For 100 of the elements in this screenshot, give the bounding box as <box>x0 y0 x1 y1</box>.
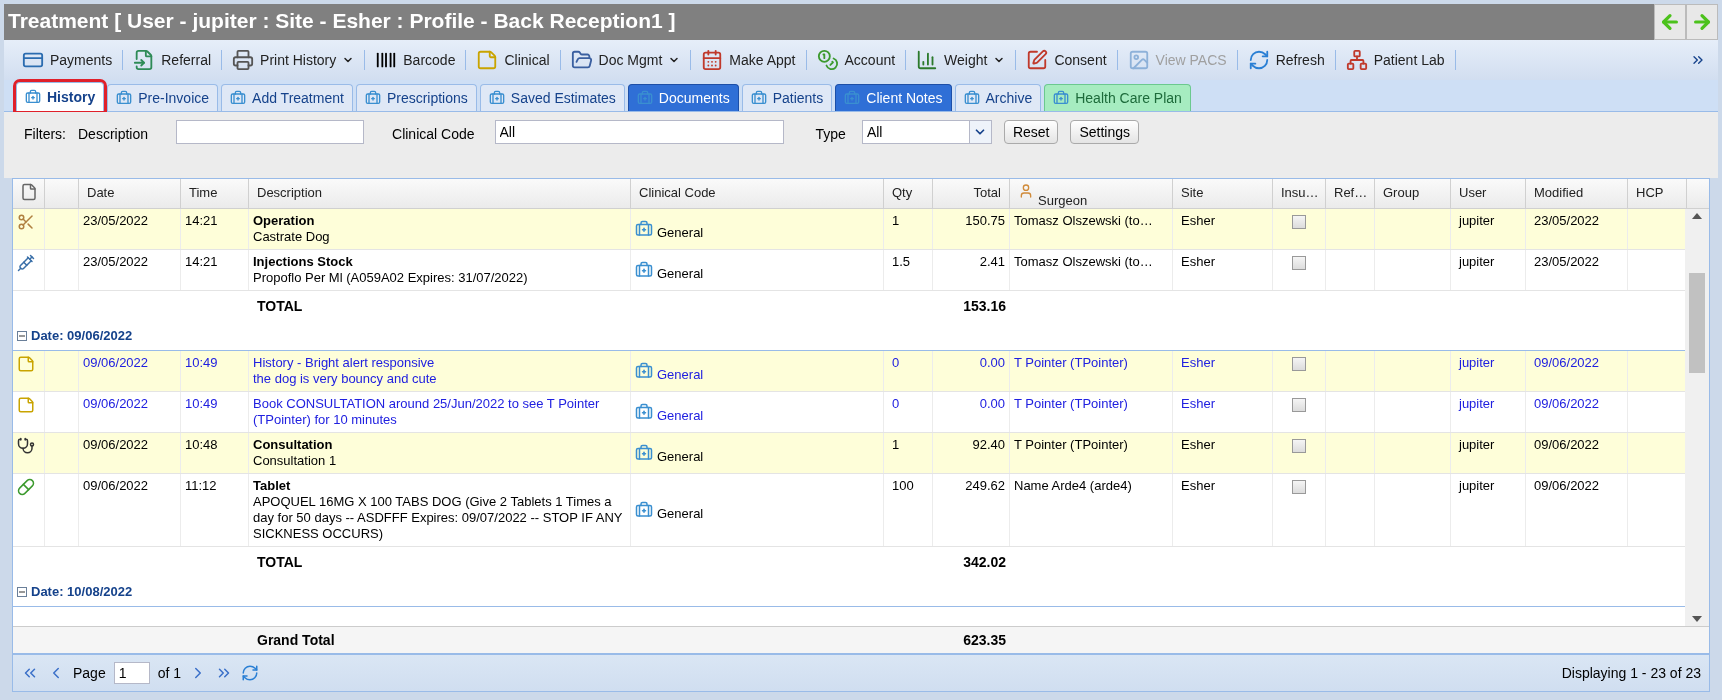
modified-cell: 09/06/2022 <box>1534 396 1600 411</box>
time-cell: 10:48 <box>185 437 218 452</box>
bar-chart-icon <box>916 49 939 71</box>
page-count: of 1 <box>157 663 182 683</box>
date-cell: 09/06/2022 <box>83 396 149 411</box>
site-cell: Esher <box>1181 254 1215 269</box>
description-field[interactable] <box>176 120 365 144</box>
site-cell: Esher <box>1181 478 1215 493</box>
display-status: Displaying 1 - 23 of 23 <box>1561 663 1701 683</box>
description-text: the dog is very bouncy and cute <box>253 371 438 387</box>
insured-checkbox[interactable] <box>1292 357 1306 371</box>
insured-checkbox[interactable] <box>1292 439 1306 453</box>
group-label: Date: 09/06/2022 <box>31 326 133 345</box>
treatment-title: Operation <box>253 213 316 229</box>
toolbar-button[interactable]: Print History <box>226 44 361 76</box>
note-icon <box>476 49 499 71</box>
insured-checkbox[interactable] <box>1292 215 1306 229</box>
refresh-icon <box>1247 49 1270 71</box>
tab-icon <box>364 90 381 106</box>
time-cell: 11:12 <box>185 478 217 493</box>
tab[interactable]: Archive <box>954 84 1042 111</box>
right-arrow-icon <box>1691 11 1713 33</box>
total-cell: 2.41 <box>979 254 1005 269</box>
tab-icon <box>488 90 505 106</box>
tab-icon <box>25 89 41 105</box>
treatment-title: Tablet <box>253 478 292 494</box>
type-select[interactable]: All <box>861 120 992 144</box>
scroll-down-icon[interactable] <box>1692 616 1702 622</box>
modified-cell: 09/06/2022 <box>1534 355 1600 370</box>
description-text: APOQUEL 16MG X 100 TABS DOG (Give 2 Tablets 1 Times a day for 50 days -- ASDFFF Expires: 09/07/2022 -- STOP IF ANY SICKNESS OCCURS) <box>253 494 624 542</box>
modified-cell: 23/05/2022 <box>1534 254 1600 269</box>
filter-button[interactable]: Reset <box>1003 120 1059 144</box>
scrollbar[interactable] <box>1685 209 1709 626</box>
medical-kit-icon <box>635 220 653 238</box>
insured-checkbox[interactable] <box>1292 256 1306 270</box>
page-field[interactable]: 1 <box>113 662 150 684</box>
tab[interactable]: Pre-Invoice <box>107 84 219 111</box>
toolbar-button[interactable]: Doc Mgmt <box>564 44 687 76</box>
coins-icon <box>816 49 839 71</box>
person-icon <box>1018 183 1034 199</box>
group-label: Date: 10/08/2022 <box>31 582 133 601</box>
tab-icon <box>230 90 247 106</box>
toolbar-button[interactable]: Consent <box>1020 44 1113 76</box>
filter-button[interactable]: Settings <box>1070 120 1140 144</box>
back-button[interactable] <box>1654 4 1686 40</box>
toolbar-button[interactable]: Refresh <box>1241 44 1331 76</box>
left-arrow-icon <box>1659 11 1681 33</box>
qty-cell: 100 <box>892 478 914 493</box>
qty-cell: 0 <box>892 355 900 370</box>
tab[interactable]: Client Notes <box>835 84 952 111</box>
scroll-thumb[interactable] <box>1689 272 1705 373</box>
forward-button[interactable] <box>1686 4 1718 40</box>
user-cell: jupiter <box>1459 213 1495 228</box>
toolbar-button[interactable]: Patient Lab <box>1339 44 1451 76</box>
insured-checkbox[interactable] <box>1292 398 1306 412</box>
scroll-up-icon[interactable] <box>1692 213 1702 219</box>
toolbar-button[interactable]: Referral <box>127 44 218 76</box>
tab[interactable]: Documents <box>627 84 739 111</box>
collapse-icon[interactable] <box>17 586 27 597</box>
tab[interactable]: Saved Estimates <box>479 84 625 111</box>
document-icon <box>19 183 38 201</box>
clinical-code-field[interactable]: All <box>494 120 784 144</box>
toolbar-button[interactable]: Barcode <box>369 44 462 76</box>
field-label: Type <box>815 125 846 144</box>
collapse-icon[interactable] <box>17 330 27 341</box>
window-title: Treatment [ User - jupiter : Site - Esher : Profile - Back Reception1 ] <box>7 8 677 34</box>
qty-cell: 0 <box>892 396 900 411</box>
tab[interactable]: Patients <box>741 84 833 111</box>
tab[interactable]: Prescriptions <box>355 84 477 111</box>
filters-label: Filters: <box>24 125 66 144</box>
tab[interactable]: Add Treatment <box>221 84 353 111</box>
surgeon-cell: Tomasz Olszewski (to… <box>1014 213 1153 228</box>
modified-cell: 23/05/2022 <box>1534 213 1600 228</box>
folder-icon <box>570 49 593 71</box>
stethoscope-icon <box>17 437 35 455</box>
medical-kit-icon <box>635 403 653 421</box>
tab[interactable]: History <box>16 82 105 111</box>
tab-icon <box>750 90 767 106</box>
toolbar-button[interactable]: Account <box>810 44 902 76</box>
user-cell: jupiter <box>1459 396 1495 411</box>
date-cell: 09/06/2022 <box>83 355 149 370</box>
toolbar-button[interactable]: Clinical <box>470 44 556 76</box>
clinical-code: General <box>657 408 704 424</box>
qty-cell: 1 <box>892 213 900 228</box>
site-cell: Esher <box>1181 355 1215 370</box>
toolbar-button[interactable]: Weight <box>910 44 1012 76</box>
toolbar-button[interactable]: Make Appt <box>695 44 802 76</box>
tab[interactable]: Health Care Plan <box>1044 84 1191 111</box>
user-cell: jupiter <box>1459 254 1495 269</box>
page-label: Page <box>73 663 106 683</box>
tab-icon <box>116 90 133 106</box>
refresh-icon[interactable] <box>241 664 260 682</box>
insured-checkbox[interactable] <box>1292 480 1306 494</box>
total-cell: 150.75 <box>965 213 1005 228</box>
time-cell: 14:21 <box>185 254 218 269</box>
total-value: 342.02 <box>963 552 1007 572</box>
pen-icon <box>1026 49 1049 71</box>
note-icon <box>17 355 35 373</box>
total-cell: 249.62 <box>965 478 1005 493</box>
toolbar-button[interactable]: Payments <box>16 44 119 76</box>
